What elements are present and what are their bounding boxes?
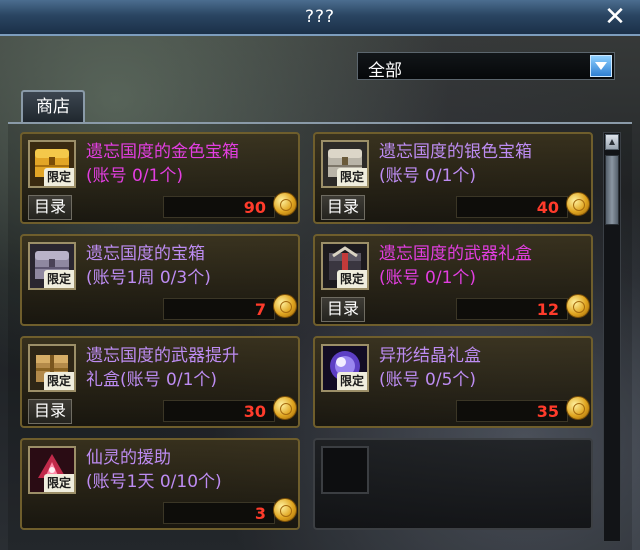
- shop-item-card[interactable]: 限定 遗忘国度的宝箱 (账号1周 0/3个) 7: [20, 234, 300, 326]
- crystal-orb-icon: 限定: [321, 344, 369, 392]
- chest-icon: 限定: [28, 242, 76, 290]
- empty-shop-slot: [313, 438, 593, 530]
- shop-item-card[interactable]: 限定 遗忘国度的武器提升 礼盒(账号 0/1个) 目录 30: [20, 336, 300, 428]
- silver-chest-icon: 限定: [321, 140, 369, 188]
- shop-item-card[interactable]: 限定 遗忘国度的金色宝箱 (账号 0/1个) 目录 90: [20, 132, 300, 224]
- scroll-thumb[interactable]: [605, 155, 619, 225]
- close-icon[interactable]: ✕: [602, 4, 628, 30]
- item-name: 仙灵的援助 (账号1天 0/10个): [86, 448, 222, 492]
- catalog-button[interactable]: 目录: [28, 195, 72, 220]
- window-title: ???: [304, 7, 336, 27]
- limited-badge: 限定: [336, 168, 367, 186]
- price-bar: 7: [163, 298, 275, 320]
- gold-coin-icon: [566, 192, 590, 216]
- gold-coin-icon: [273, 192, 297, 216]
- weapon-upgrade-box-icon: 限定: [28, 344, 76, 392]
- gold-coin-icon: [273, 396, 297, 420]
- price-bar: 12: [456, 298, 568, 320]
- price-bar: 30: [163, 400, 275, 422]
- item-name: 遗忘国度的宝箱 (账号1周 0/3个): [86, 244, 211, 288]
- limited-badge: 限定: [43, 168, 74, 186]
- scrollbar[interactable]: [603, 132, 621, 542]
- catalog-button[interactable]: 目录: [321, 297, 365, 322]
- gold-chest-icon: 限定: [28, 140, 76, 188]
- item-name: 遗忘国度的武器提升 礼盒(账号 0/1个): [86, 346, 239, 390]
- item-price: 35: [536, 402, 559, 421]
- price-bar: 90: [163, 196, 275, 218]
- limited-badge: 限定: [336, 270, 367, 288]
- limited-badge: 限定: [43, 474, 74, 492]
- price-bar: 35: [456, 400, 568, 422]
- gold-coin-icon: [273, 498, 297, 522]
- shop-item-card[interactable]: 限定 遗忘国度的银色宝箱 (账号 0/1个) 目录 40: [313, 132, 593, 224]
- tab-shop[interactable]: 商店: [21, 90, 85, 123]
- item-name: 遗忘国度的银色宝箱 (账号 0/1个): [379, 142, 532, 186]
- empty-item-slot: [321, 446, 369, 494]
- fairy-aid-icon: 限定: [28, 446, 76, 494]
- chevron-down-icon[interactable]: [590, 55, 612, 77]
- category-dropdown[interactable]: 全部: [357, 52, 615, 81]
- item-price: 30: [243, 402, 266, 421]
- price-bar: 40: [456, 196, 568, 218]
- item-name: 异形结晶礼盒 (账号 0/5个): [379, 346, 481, 390]
- limited-badge: 限定: [43, 372, 74, 390]
- item-price: 3: [254, 504, 266, 523]
- category-dropdown-value: 全部: [368, 61, 402, 81]
- limited-badge: 限定: [336, 372, 367, 390]
- item-price: 12: [536, 300, 559, 319]
- item-name: 遗忘国度的武器礼盒 (账号 0/1个): [379, 244, 532, 288]
- catalog-button[interactable]: 目录: [321, 195, 365, 220]
- gold-coin-icon: [273, 294, 297, 318]
- price-bar: 3: [163, 502, 275, 524]
- shop-item-card[interactable]: 限定 遗忘国度的武器礼盒 (账号 0/1个) 目录 12: [313, 234, 593, 326]
- weapon-giftbox-icon: 限定: [321, 242, 369, 290]
- item-price: 90: [243, 198, 266, 217]
- title-bar: ??? ✕: [0, 0, 640, 36]
- shop-item-card[interactable]: 限定 异形结晶礼盒 (账号 0/5个) 35: [313, 336, 593, 428]
- scroll-up-icon[interactable]: [605, 134, 619, 150]
- item-name: 遗忘国度的金色宝箱 (账号 0/1个): [86, 142, 239, 186]
- shop-window: ??? ✕ 全部 商店 限定 遗忘国度的金色宝箱 (账号 0/1个) 目录 90: [0, 0, 640, 550]
- item-price: 40: [536, 198, 559, 217]
- gold-coin-icon: [566, 294, 590, 318]
- limited-badge: 限定: [43, 270, 74, 288]
- shop-item-card[interactable]: 限定 仙灵的援助 (账号1天 0/10个) 3: [20, 438, 300, 530]
- catalog-button[interactable]: 目录: [28, 399, 72, 424]
- item-price: 7: [254, 300, 266, 319]
- gold-coin-icon: [566, 396, 590, 420]
